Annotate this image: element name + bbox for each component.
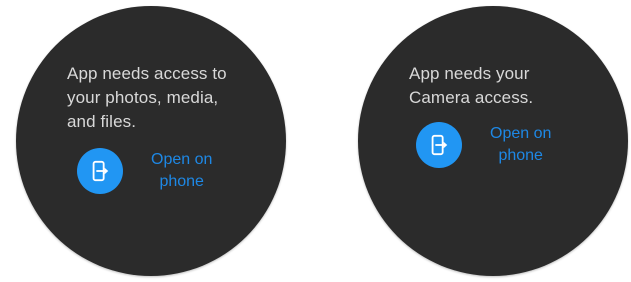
open-on-phone-icon[interactable] (77, 148, 123, 194)
open-on-phone-button[interactable]: Open on phone (77, 148, 212, 194)
open-on-phone-label[interactable]: Open on phone (490, 123, 551, 167)
open-on-phone-button[interactable]: Open on phone (416, 122, 551, 168)
watch-face-camera-permission: App needs your Camera access. Open on ph… (358, 6, 628, 276)
open-on-phone-icon[interactable] (416, 122, 462, 168)
open-on-phone-label[interactable]: Open on phone (151, 149, 212, 193)
watch-face-storage-permission: App needs access to your photos, media, … (16, 6, 286, 276)
permission-screens: App needs access to your photos, media, … (0, 0, 631, 282)
permission-message: App needs access to your photos, media, … (67, 64, 227, 131)
permission-message: App needs your Camera access. (409, 64, 534, 107)
